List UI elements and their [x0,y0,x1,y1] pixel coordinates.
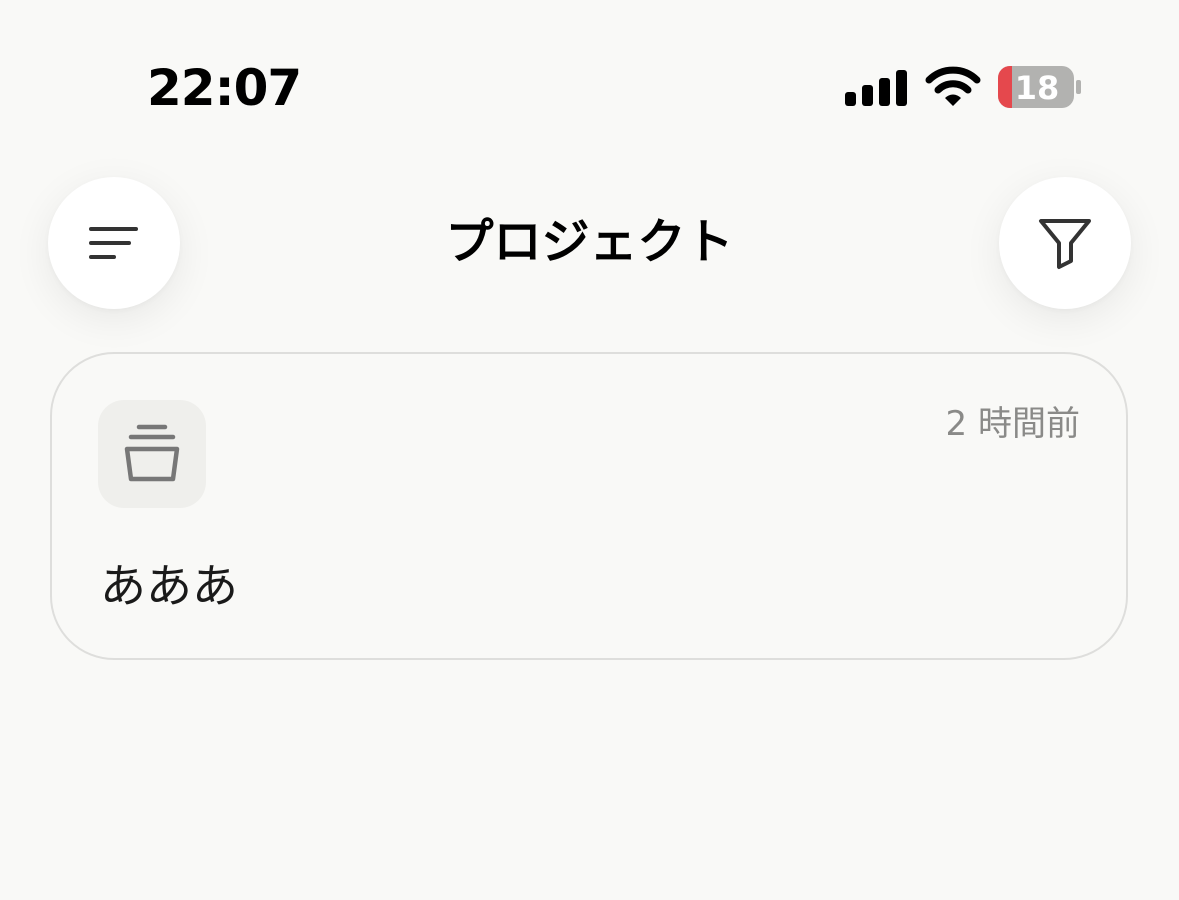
filter-button[interactable] [999,177,1131,309]
status-time: 22:07 [147,59,302,117]
project-updated-time: 2 時間前 [945,404,1080,444]
cellular-signal-icon [845,70,907,106]
filter-funnel-icon [1039,219,1091,269]
archive-tray-icon [124,424,180,482]
project-name: あああ [100,559,238,613]
battery-level: 18 [1014,69,1060,107]
wifi-icon [925,66,981,106]
status-bar: 22:07 18 [0,0,1179,160]
project-card[interactable]: 2 時間前 あああ [50,352,1128,660]
project-icon-tile [98,400,206,508]
